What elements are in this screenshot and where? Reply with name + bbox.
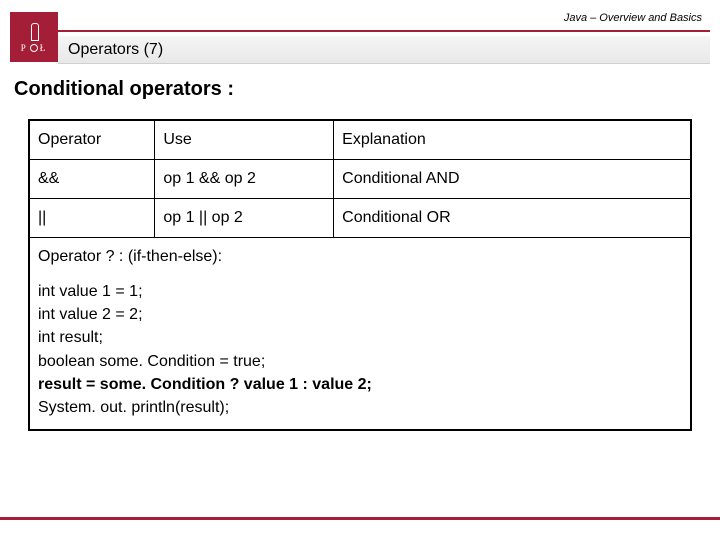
th-operator: Operator <box>29 120 155 160</box>
slide-title-bar: Operators (7) <box>58 36 710 64</box>
logo-letter-p: P <box>21 43 28 53</box>
code-line: boolean some. Condition = true; <box>38 350 682 373</box>
cell-explanation: Conditional OR <box>334 199 692 238</box>
cell-use: op 1 || op 2 <box>155 199 334 238</box>
table-header-row: Operator Use Explanation <box>29 120 691 160</box>
gear-icon <box>30 44 38 52</box>
ternary-subheading: Operator ? : (if-then-else): <box>38 248 682 266</box>
code-line: int value 1 = 1; <box>38 280 682 303</box>
ternary-example-cell: Operator ? : (if-then-else): int value 1… <box>29 238 691 431</box>
code-line: int result; <box>38 326 682 349</box>
logo-letters: P Ł <box>21 43 48 53</box>
section-heading: Conditional operators : <box>14 78 706 101</box>
code-line-bold: result = some. Condition ? value 1 : val… <box>38 373 682 396</box>
header-divider <box>58 30 710 32</box>
slide-content: Conditional operators : Operator Use Exp… <box>14 78 706 431</box>
code-line: System. out. println(result); <box>38 396 682 419</box>
operators-table: Operator Use Explanation && op 1 && op 2… <box>28 119 692 431</box>
table-merged-row: Operator ? : (if-then-else): int value 1… <box>29 238 691 431</box>
course-label: Java – Overview and Basics <box>564 12 702 24</box>
footer-divider <box>0 517 720 520</box>
th-use: Use <box>155 120 334 160</box>
cell-operator: || <box>29 199 155 238</box>
code-line: int value 2 = 2; <box>38 303 682 326</box>
logo-symbol <box>23 21 45 43</box>
th-explanation: Explanation <box>334 120 692 160</box>
code-block: int value 1 = 1; int value 2 = 2; int re… <box>38 280 682 419</box>
logo-letter-l: Ł <box>40 43 48 53</box>
slide-title: Operators (7) <box>68 41 163 59</box>
table-row: || op 1 || op 2 Conditional OR <box>29 199 691 238</box>
cell-explanation: Conditional AND <box>334 160 692 199</box>
table-row: && op 1 && op 2 Conditional AND <box>29 160 691 199</box>
university-logo: P Ł <box>10 12 58 62</box>
cell-use: op 1 && op 2 <box>155 160 334 199</box>
cell-operator: && <box>29 160 155 199</box>
